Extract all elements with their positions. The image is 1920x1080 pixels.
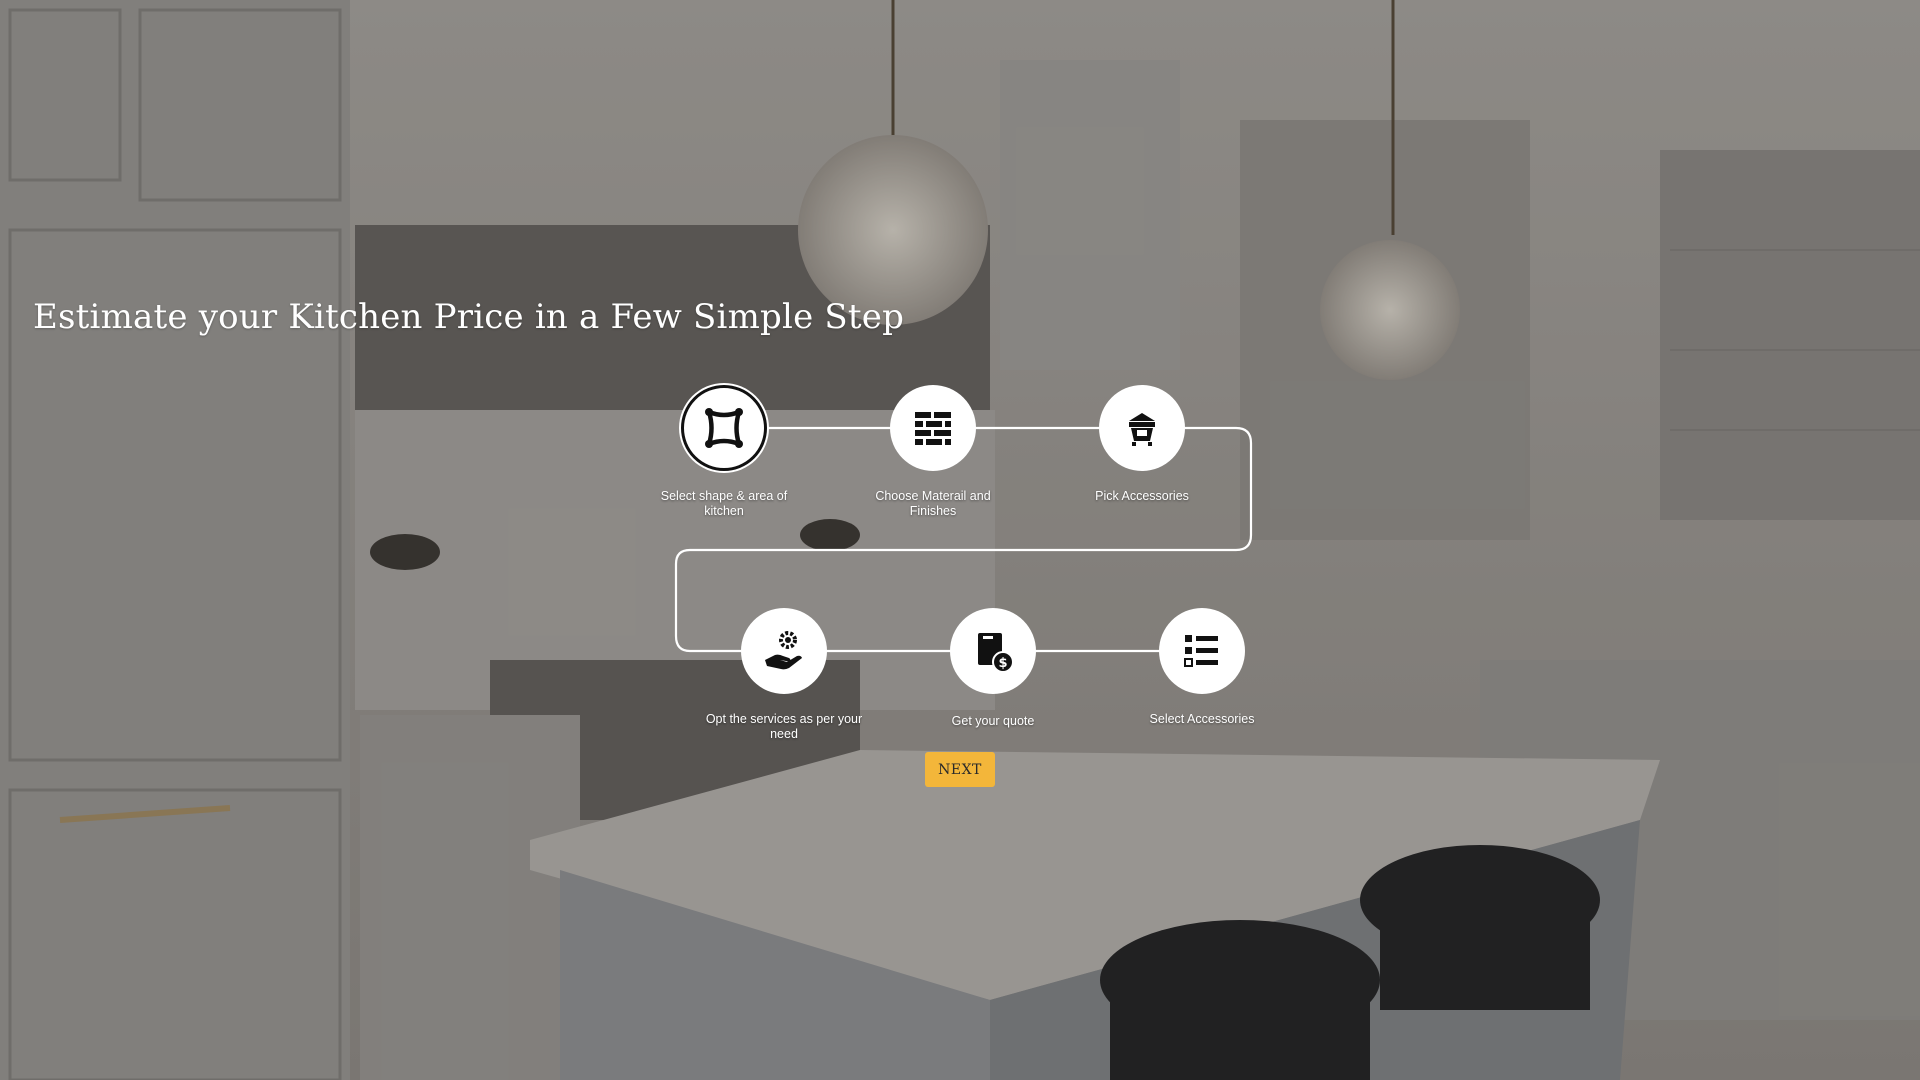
step-circle	[681, 385, 767, 471]
step-label: Opt the services as per your need	[705, 712, 863, 741]
accessory-box-icon	[1129, 413, 1155, 446]
step-circle	[741, 608, 827, 694]
step-label: Choose Materail and Finishes	[875, 489, 991, 518]
step-circle	[1159, 608, 1245, 694]
step-circle: $	[950, 608, 1036, 694]
step-select-shape[interactable]: Select shape & area of kitchen	[639, 385, 809, 519]
quote-price-icon: $	[978, 633, 1014, 673]
step-label: Select shape & area of kitchen	[660, 489, 788, 518]
step-opt-services[interactable]: Opt the services as per your need	[699, 608, 869, 742]
service-hand-gear-icon	[765, 631, 802, 670]
step-choose-material[interactable]: Choose Materail and Finishes	[848, 385, 1018, 519]
step-label: Pick Accessories	[1095, 489, 1189, 503]
background-dim-overlay	[0, 0, 1920, 1080]
svg-text:$: $	[998, 656, 1007, 671]
step-select-accessories[interactable]: Select Accessories	[1117, 608, 1287, 727]
next-button[interactable]: NEXT	[925, 752, 995, 787]
step-label: Select Accessories	[1149, 712, 1255, 726]
step-circle	[890, 385, 976, 471]
brick-wall-icon	[915, 412, 951, 445]
step-get-quote[interactable]: $ Get your quote	[908, 608, 1078, 729]
step-label: Get your quote	[951, 714, 1035, 728]
checklist-icon	[1184, 635, 1218, 667]
page-title: Estimate your Kitchen Price in a Few Sim…	[33, 297, 905, 337]
step-circle	[1099, 385, 1185, 471]
kitchen-shape-icon	[705, 408, 743, 448]
step-pick-accessories[interactable]: Pick Accessories	[1057, 385, 1227, 504]
